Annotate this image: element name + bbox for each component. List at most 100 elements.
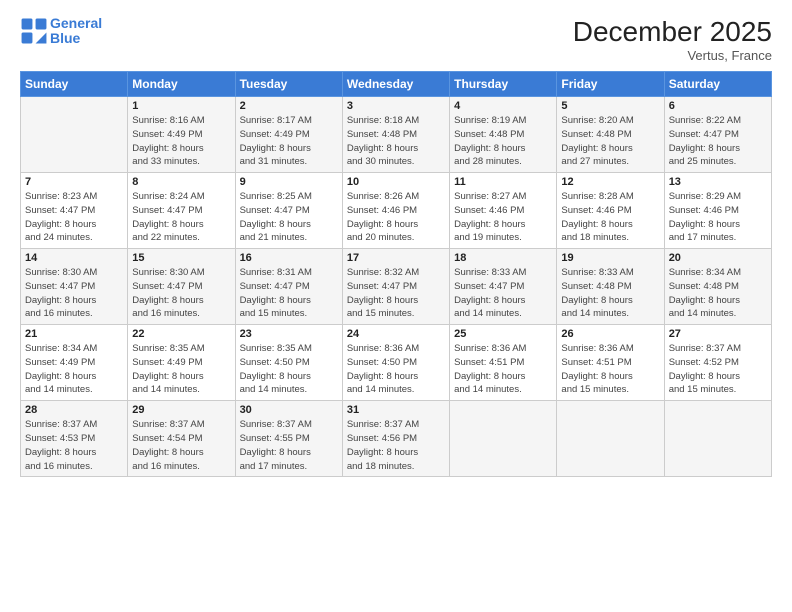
- day-info: Sunrise: 8:23 AM Sunset: 4:47 PM Dayligh…: [25, 190, 123, 245]
- day-info: Sunrise: 8:16 AM Sunset: 4:49 PM Dayligh…: [132, 114, 230, 169]
- logo-line2: Blue: [50, 30, 80, 46]
- logo-icon: [20, 17, 48, 45]
- day-number: 9: [240, 176, 338, 188]
- cell-w2-d6: 20 Sunrise: 8:34 AM Sunset: 4:48 PM Dayli…: [664, 249, 771, 325]
- week-row-2: 14 Sunrise: 8:30 AM Sunset: 4:47 PM Dayli…: [21, 249, 772, 325]
- day-info: Sunrise: 8:20 AM Sunset: 4:48 PM Dayligh…: [561, 114, 659, 169]
- day-info: Sunrise: 8:32 AM Sunset: 4:47 PM Dayligh…: [347, 266, 445, 321]
- cell-w4-d5: [557, 401, 664, 477]
- day-info: Sunrise: 8:28 AM Sunset: 4:46 PM Dayligh…: [561, 190, 659, 245]
- day-number: 11: [454, 176, 552, 188]
- logo: General Blue: [20, 16, 102, 47]
- cell-w4-d1: 29 Sunrise: 8:37 AM Sunset: 4:54 PM Dayli…: [128, 401, 235, 477]
- day-info: Sunrise: 8:37 AM Sunset: 4:52 PM Dayligh…: [669, 342, 767, 397]
- cell-w4-d4: [450, 401, 557, 477]
- cell-w3-d6: 27Sunrise: 8:37 AM Sunset: 4:52 PM Dayli…: [664, 325, 771, 401]
- week-row-1: 7 Sunrise: 8:23 AM Sunset: 4:47 PM Daylig…: [21, 173, 772, 249]
- day-number: 17: [347, 252, 445, 264]
- header-monday: Monday: [128, 72, 235, 97]
- cell-w3-d3: 24Sunrise: 8:36 AM Sunset: 4:50 PM Dayli…: [342, 325, 449, 401]
- day-info: Sunrise: 8:36 AM Sunset: 4:50 PM Dayligh…: [347, 342, 445, 397]
- cell-w4-d2: 30 Sunrise: 8:37 AM Sunset: 4:55 PM Dayli…: [235, 401, 342, 477]
- week-row-4: 28 Sunrise: 8:37 AM Sunset: 4:53 PM Dayli…: [21, 401, 772, 477]
- day-info: Sunrise: 8:31 AM Sunset: 4:47 PM Dayligh…: [240, 266, 338, 321]
- cell-w1-d3: 10 Sunrise: 8:26 AM Sunset: 4:46 PM Dayli…: [342, 173, 449, 249]
- cell-w0-d6: 6 Sunrise: 8:22 AM Sunset: 4:47 PM Daylig…: [664, 97, 771, 173]
- day-info: Sunrise: 8:26 AM Sunset: 4:46 PM Dayligh…: [347, 190, 445, 245]
- day-number: 28: [25, 404, 123, 416]
- day-info: Sunrise: 8:27 AM Sunset: 4:46 PM Dayligh…: [454, 190, 552, 245]
- logo-line1: General: [50, 15, 102, 31]
- calendar-body: 1Sunrise: 8:16 AM Sunset: 4:49 PM Daylig…: [21, 97, 772, 477]
- cell-w0-d1: 1Sunrise: 8:16 AM Sunset: 4:49 PM Daylig…: [128, 97, 235, 173]
- cell-w1-d4: 11 Sunrise: 8:27 AM Sunset: 4:46 PM Dayli…: [450, 173, 557, 249]
- cell-w3-d0: 21 Sunrise: 8:34 AM Sunset: 4:49 PM Dayli…: [21, 325, 128, 401]
- cell-w3-d2: 23Sunrise: 8:35 AM Sunset: 4:50 PM Dayli…: [235, 325, 342, 401]
- cell-w3-d1: 22Sunrise: 8:35 AM Sunset: 4:49 PM Dayli…: [128, 325, 235, 401]
- day-number: 14: [25, 252, 123, 264]
- day-info: Sunrise: 8:19 AM Sunset: 4:48 PM Dayligh…: [454, 114, 552, 169]
- day-info: Sunrise: 8:37 AM Sunset: 4:55 PM Dayligh…: [240, 418, 338, 473]
- header-tuesday: Tuesday: [235, 72, 342, 97]
- title-block: December 2025 Vertus, France: [573, 16, 772, 63]
- day-info: Sunrise: 8:18 AM Sunset: 4:48 PM Dayligh…: [347, 114, 445, 169]
- cell-w1-d6: 13 Sunrise: 8:29 AM Sunset: 4:46 PM Dayli…: [664, 173, 771, 249]
- cell-w1-d1: 8Sunrise: 8:24 AM Sunset: 4:47 PM Daylig…: [128, 173, 235, 249]
- day-info: Sunrise: 8:30 AM Sunset: 4:47 PM Dayligh…: [25, 266, 123, 321]
- cell-w4-d6: [664, 401, 771, 477]
- day-number: 26: [561, 328, 659, 340]
- cell-w1-d2: 9 Sunrise: 8:25 AM Sunset: 4:47 PM Daylig…: [235, 173, 342, 249]
- header: General Blue December 2025 Vertus, Franc…: [20, 16, 772, 63]
- cell-w0-d4: 4 Sunrise: 8:19 AM Sunset: 4:48 PM Daylig…: [450, 97, 557, 173]
- day-number: 16: [240, 252, 338, 264]
- cell-w2-d5: 19Sunrise: 8:33 AM Sunset: 4:48 PM Dayli…: [557, 249, 664, 325]
- day-info: Sunrise: 8:37 AM Sunset: 4:53 PM Dayligh…: [25, 418, 123, 473]
- day-info: Sunrise: 8:25 AM Sunset: 4:47 PM Dayligh…: [240, 190, 338, 245]
- location: Vertus, France: [573, 48, 772, 63]
- day-number: 30: [240, 404, 338, 416]
- day-number: 10: [347, 176, 445, 188]
- calendar-table: Sunday Monday Tuesday Wednesday Thursday…: [20, 71, 772, 477]
- cell-w2-d1: 15Sunrise: 8:30 AM Sunset: 4:47 PM Dayli…: [128, 249, 235, 325]
- day-info: Sunrise: 8:33 AM Sunset: 4:48 PM Dayligh…: [561, 266, 659, 321]
- day-number: 15: [132, 252, 230, 264]
- day-number: 22: [132, 328, 230, 340]
- day-number: 6: [669, 100, 767, 112]
- week-row-3: 21 Sunrise: 8:34 AM Sunset: 4:49 PM Dayli…: [21, 325, 772, 401]
- day-info: Sunrise: 8:24 AM Sunset: 4:47 PM Dayligh…: [132, 190, 230, 245]
- day-info: Sunrise: 8:35 AM Sunset: 4:50 PM Dayligh…: [240, 342, 338, 397]
- month-title: December 2025: [573, 16, 772, 48]
- day-info: Sunrise: 8:22 AM Sunset: 4:47 PM Dayligh…: [669, 114, 767, 169]
- day-info: Sunrise: 8:29 AM Sunset: 4:46 PM Dayligh…: [669, 190, 767, 245]
- header-thursday: Thursday: [450, 72, 557, 97]
- day-number: 5: [561, 100, 659, 112]
- cell-w2-d0: 14 Sunrise: 8:30 AM Sunset: 4:47 PM Dayli…: [21, 249, 128, 325]
- cell-w0-d0: [21, 97, 128, 173]
- day-info: Sunrise: 8:34 AM Sunset: 4:48 PM Dayligh…: [669, 266, 767, 321]
- cell-w0-d3: 3 Sunrise: 8:18 AM Sunset: 4:48 PM Daylig…: [342, 97, 449, 173]
- day-info: Sunrise: 8:34 AM Sunset: 4:49 PM Dayligh…: [25, 342, 123, 397]
- cell-w4-d0: 28 Sunrise: 8:37 AM Sunset: 4:53 PM Dayli…: [21, 401, 128, 477]
- day-number: 20: [669, 252, 767, 264]
- day-number: 4: [454, 100, 552, 112]
- day-info: Sunrise: 8:36 AM Sunset: 4:51 PM Dayligh…: [454, 342, 552, 397]
- day-info: Sunrise: 8:37 AM Sunset: 4:56 PM Dayligh…: [347, 418, 445, 473]
- header-saturday: Saturday: [664, 72, 771, 97]
- day-number: 25: [454, 328, 552, 340]
- cell-w2-d2: 16 Sunrise: 8:31 AM Sunset: 4:47 PM Dayli…: [235, 249, 342, 325]
- day-info: Sunrise: 8:37 AM Sunset: 4:54 PM Dayligh…: [132, 418, 230, 473]
- day-number: 21: [25, 328, 123, 340]
- day-number: 7: [25, 176, 123, 188]
- day-number: 18: [454, 252, 552, 264]
- cell-w2-d4: 18Sunrise: 8:33 AM Sunset: 4:47 PM Dayli…: [450, 249, 557, 325]
- day-number: 2: [240, 100, 338, 112]
- day-number: 29: [132, 404, 230, 416]
- day-number: 3: [347, 100, 445, 112]
- logo-text: General Blue: [50, 16, 102, 47]
- day-number: 12: [561, 176, 659, 188]
- cell-w3-d5: 26Sunrise: 8:36 AM Sunset: 4:51 PM Dayli…: [557, 325, 664, 401]
- cell-w0-d5: 5 Sunrise: 8:20 AM Sunset: 4:48 PM Daylig…: [557, 97, 664, 173]
- day-number: 13: [669, 176, 767, 188]
- day-number: 31: [347, 404, 445, 416]
- cell-w0-d2: 2Sunrise: 8:17 AM Sunset: 4:49 PM Daylig…: [235, 97, 342, 173]
